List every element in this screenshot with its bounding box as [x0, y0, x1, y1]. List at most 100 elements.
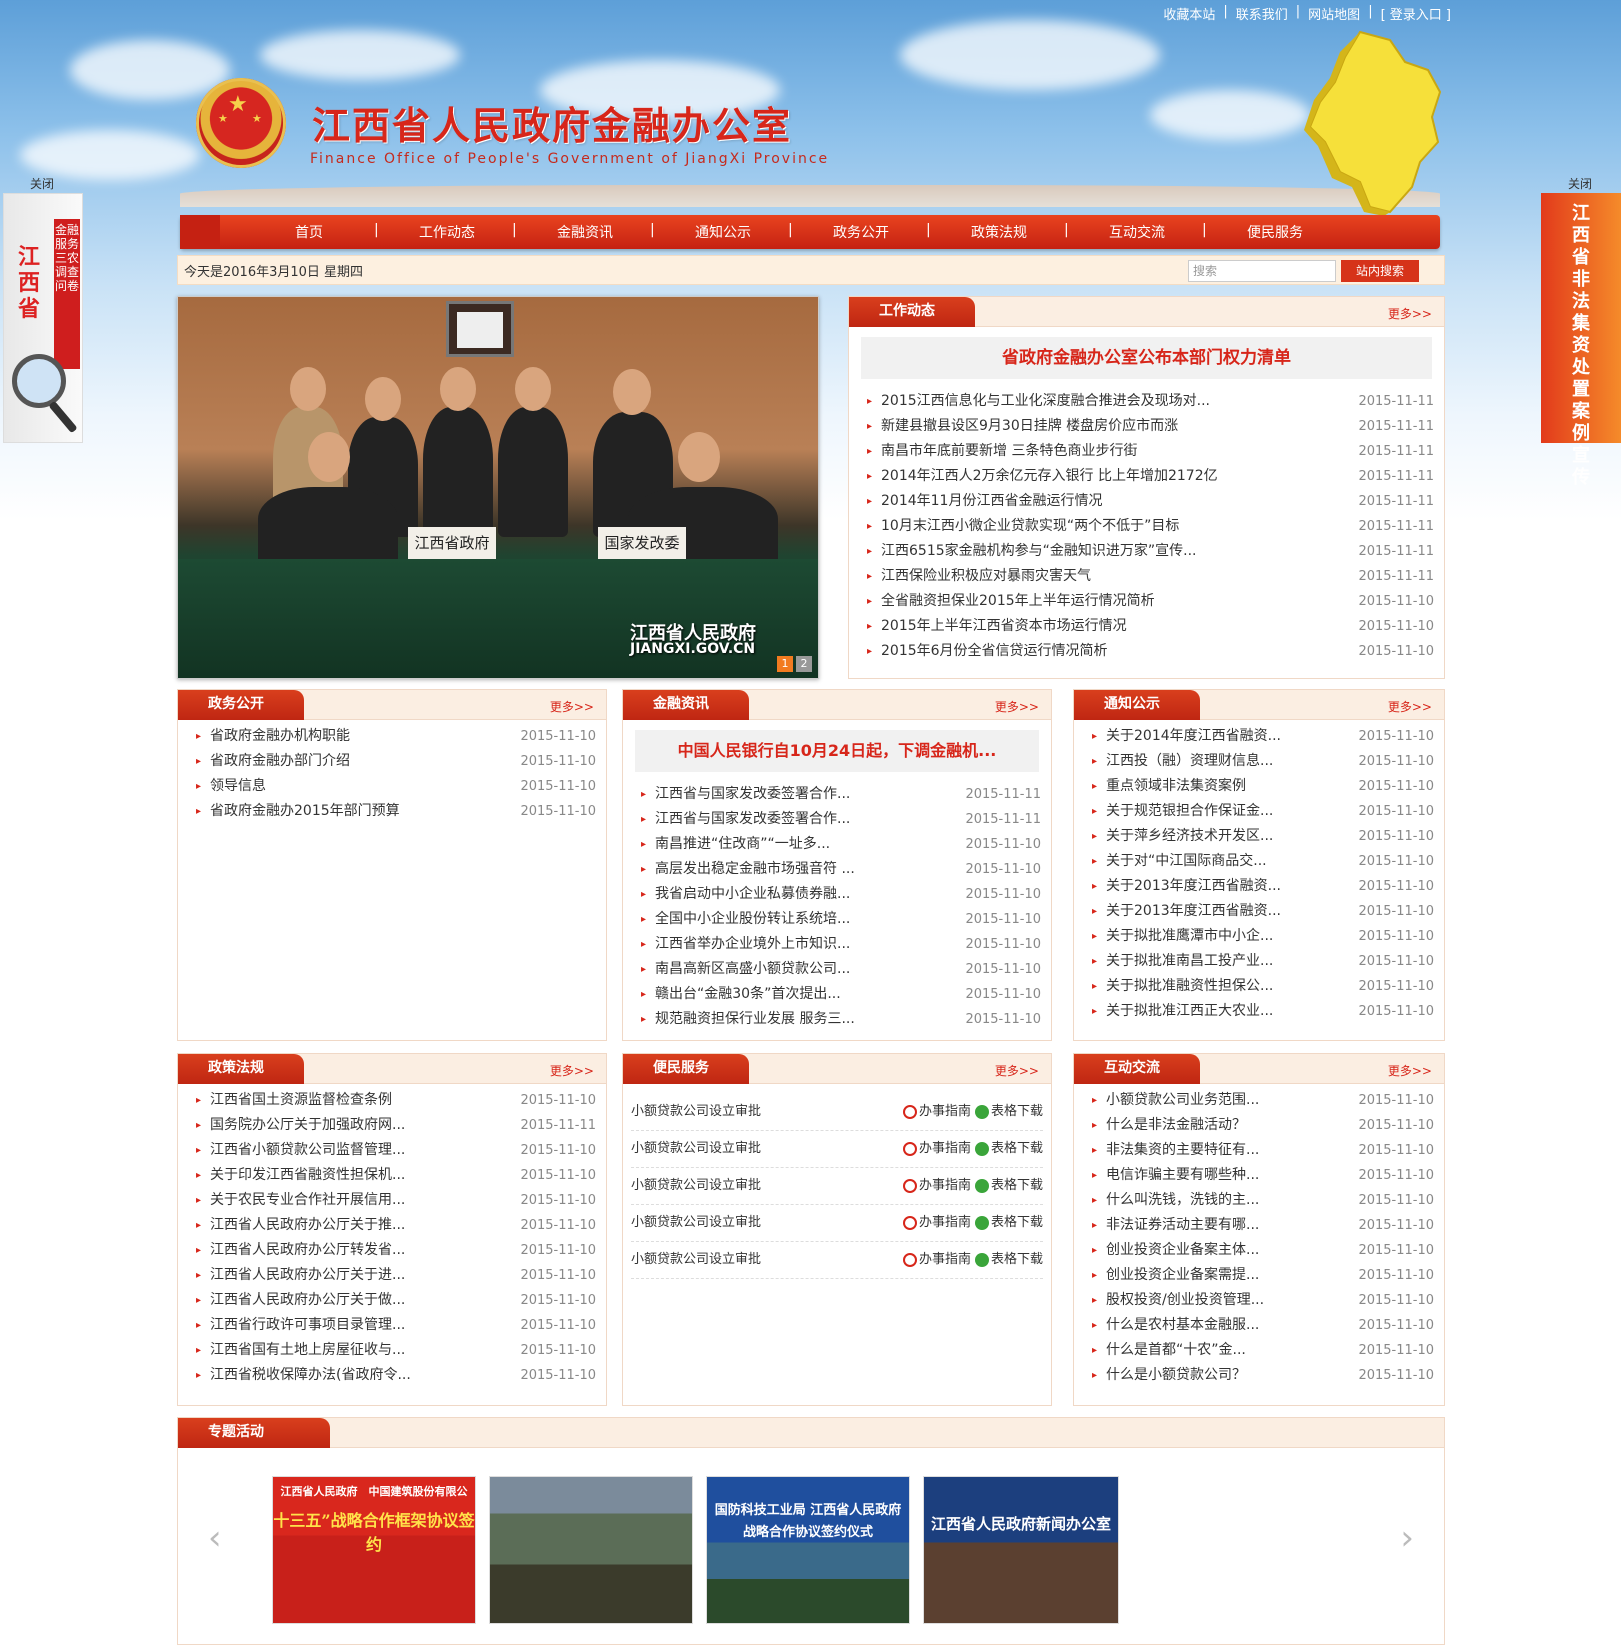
list-item[interactable]: 全国中小企业股份转让系统培... 2015-11-10 [641, 907, 1041, 932]
service-tab[interactable]: 便民服务 [623, 1054, 749, 1084]
list-item-title[interactable]: 创业投资企业备案主体... [1106, 1238, 1259, 1263]
gov-more-link[interactable]: 更多>> [550, 698, 594, 715]
special-thumb-3[interactable]: 国防科技工业局 江西省人民政府 战略合作协议签约仪式 [706, 1476, 910, 1624]
list-item[interactable]: 创业投资企业备案需提... 2015-11-10 [1092, 1263, 1434, 1288]
list-item[interactable]: 江西省人民政府办公厅关于推... 2015-11-10 [196, 1213, 596, 1238]
list-item-title[interactable]: 什么是非法金融活动？ [1106, 1113, 1246, 1138]
list-item[interactable]: 江西省小额贷款公司监督管理... 2015-11-10 [196, 1138, 596, 1163]
contact-link[interactable]: 联系我们 [1236, 4, 1288, 23]
gov-tab[interactable]: 政务公开 [178, 690, 304, 720]
list-item[interactable]: 江西投（融）资理财信息... 2015-11-10 [1092, 749, 1434, 774]
list-item-title[interactable]: 什么是小额贷款公司？ [1106, 1363, 1246, 1388]
nav-policy[interactable]: 政策法规 [926, 222, 1068, 242]
list-item-title[interactable]: 全国中小企业股份转让系统培... [655, 907, 850, 932]
list-item[interactable]: 什么是小额贷款公司？ 2015-11-10 [1092, 1363, 1434, 1388]
list-item[interactable]: 什么是首都“十农”金... 2015-11-10 [1092, 1338, 1434, 1363]
list-item-title[interactable]: 关于拟批准鹰潭市中小企... [1106, 924, 1273, 949]
list-item[interactable]: 江西省国土资源监督检查条例 2015-11-10 [196, 1088, 596, 1113]
list-item[interactable]: 关于对“中江国际商品交... 2015-11-10 [1092, 849, 1434, 874]
news-slider[interactable]: 江西省政府 国家发改委 江西省人民政府 JIANGXI.GOV.CN 1 2 [177, 296, 819, 679]
list-item[interactable]: 国务院办公厅关于加强政府网... 2015-11-11 [196, 1113, 596, 1138]
list-item-title[interactable]: 关于2013年度江西省融资... [1106, 899, 1281, 924]
list-item[interactable]: 电信诈骗主要有哪些种... 2015-11-10 [1092, 1163, 1434, 1188]
work-headline[interactable]: 省政府金融办公室公布本部门权力清单 [861, 337, 1432, 379]
list-item-title[interactable]: 赣出台“金融30条”首次提出... [655, 982, 841, 1007]
list-item-title[interactable]: 关于2013年度江西省融资... [1106, 874, 1281, 899]
list-item-title[interactable]: 关于农民专业合作社开展信用... [210, 1188, 405, 1213]
list-item[interactable]: 关于拟批准融资性担保公... 2015-11-10 [1092, 974, 1434, 999]
list-item-title[interactable]: 关于对“中江国际商品交... [1106, 849, 1267, 874]
list-item-title[interactable]: 创业投资企业备案需提... [1106, 1263, 1259, 1288]
list-item-title[interactable]: 全省融资担保业2015年上半年运行情况简析 [881, 589, 1155, 614]
list-item[interactable]: 2014年11月份江西省金融运行情况 2015-11-11 [867, 489, 1434, 514]
right-ad-close[interactable]: 关闭 [1568, 175, 1592, 192]
list-item[interactable]: 江西省人民政府办公厅关于做... 2015-11-10 [196, 1288, 596, 1313]
list-item-title[interactable]: 江西投（融）资理财信息... [1106, 749, 1273, 774]
list-item-title[interactable]: 江西省小额贷款公司监督管理... [210, 1138, 405, 1163]
interact-tab[interactable]: 互动交流 [1074, 1054, 1200, 1084]
list-item-title[interactable]: 江西省人民政府办公厅关于推... [210, 1213, 405, 1238]
list-item-title[interactable]: 关于2014年度江西省融资... [1106, 724, 1281, 749]
slider-dot-2[interactable]: 2 [796, 656, 812, 672]
list-item-title[interactable]: 国务院办公厅关于加强政府网... [210, 1113, 405, 1138]
list-item[interactable]: 什么是农村基本金融服... 2015-11-10 [1092, 1313, 1434, 1338]
list-item-title[interactable]: 关于印发江西省融资性担保机... [210, 1163, 405, 1188]
list-item[interactable]: 南昌市年底前要新增 三条特色商业步行街 2015-11-11 [867, 439, 1434, 464]
special-thumb-2[interactable] [489, 1476, 693, 1624]
list-item[interactable]: 新建县撤县设区9月30日挂牌 楼盘房价应市而涨 2015-11-11 [867, 414, 1434, 439]
list-item-title[interactable]: 关于拟批准江西正大农业... [1106, 999, 1273, 1024]
download-link[interactable]: 表格下载 [974, 1242, 1043, 1278]
nav-finance[interactable]: 金融资讯 [512, 222, 654, 242]
guide-link[interactable]: 办事指南 [902, 1168, 971, 1204]
carousel-next-icon[interactable]: › [1400, 1518, 1414, 1558]
guide-link[interactable]: 办事指南 [902, 1242, 971, 1278]
list-item-title[interactable]: 2015年6月份全省信贷运行情况简析 [881, 639, 1108, 664]
list-item-title[interactable]: 江西保险业积极应对暴雨灾害天气 [881, 564, 1091, 589]
list-item-title[interactable]: 非法集资的主要特征有... [1106, 1138, 1259, 1163]
nav-service[interactable]: 便民服务 [1202, 222, 1344, 242]
list-item-title[interactable]: 什么是农村基本金融服... [1106, 1313, 1259, 1338]
search-button[interactable]: 站内搜索 [1341, 260, 1419, 282]
list-item-title[interactable]: 2015年上半年江西省资本市场运行情况 [881, 614, 1127, 639]
list-item-title[interactable]: 非法证券活动主要有哪... [1106, 1213, 1259, 1238]
list-item-title[interactable]: 2014年江西人2万余亿元存入银行 比上年增加2172亿 [881, 464, 1218, 489]
login-link[interactable]: [ 登录入口 ] [1381, 4, 1451, 23]
list-item-title[interactable]: 股权投资/创业投资管理... [1106, 1288, 1264, 1313]
list-item[interactable]: 南昌高新区高盛小额贷款公司... 2015-11-10 [641, 957, 1041, 982]
favorite-link[interactable]: 收藏本站 [1163, 4, 1215, 23]
policy-tab[interactable]: 政策法规 [178, 1054, 304, 1084]
list-item[interactable]: 非法集资的主要特征有... 2015-11-10 [1092, 1138, 1434, 1163]
list-item-title[interactable]: 电信诈骗主要有哪些种... [1106, 1163, 1259, 1188]
service-more-link[interactable]: 更多>> [995, 1062, 1039, 1079]
nav-work[interactable]: 工作动态 [374, 222, 516, 242]
list-item-title[interactable]: 关于拟批准融资性担保公... [1106, 974, 1273, 999]
interact-more-link[interactable]: 更多>> [1388, 1062, 1432, 1079]
list-item[interactable]: 南昌推进“住改商”“一址多... 2015-11-10 [641, 832, 1041, 857]
list-item[interactable]: 重点领域非法集资案例 2015-11-10 [1092, 774, 1434, 799]
list-item[interactable]: 什么叫洗钱，洗钱的主... 2015-11-10 [1092, 1188, 1434, 1213]
special-thumb-4[interactable]: 江西省人民政府新闻办公室 [923, 1476, 1119, 1624]
list-item[interactable]: 2015年6月份全省信贷运行情况简析 2015-11-10 [867, 639, 1434, 664]
list-item[interactable]: 2015年上半年江西省资本市场运行情况 2015-11-10 [867, 614, 1434, 639]
list-item-title[interactable]: 高层发出稳定金融市场强音符 ... [655, 857, 855, 882]
carousel-prev-icon[interactable]: ‹ [208, 1518, 222, 1558]
list-item-title[interactable]: 领导信息 [210, 774, 266, 799]
list-item[interactable]: 关于萍乡经济技术开发区... 2015-11-10 [1092, 824, 1434, 849]
list-item[interactable]: 江西省与国家发改委签署合作... 2015-11-11 [641, 807, 1041, 832]
finance-tab[interactable]: 金融资讯 [623, 690, 749, 720]
list-item-title[interactable]: 什么叫洗钱，洗钱的主... [1106, 1188, 1259, 1213]
nav-home[interactable]: 首页 [240, 222, 378, 242]
list-item[interactable]: 非法证券活动主要有哪... 2015-11-10 [1092, 1213, 1434, 1238]
finance-headline[interactable]: 中国人民银行自10月24日起，下调金融机... [635, 730, 1039, 772]
list-item-title[interactable]: 江西省国有土地上房屋征收与... [210, 1338, 405, 1363]
list-item[interactable]: 关于拟批准江西正大农业... 2015-11-10 [1092, 999, 1434, 1024]
list-item[interactable]: 江西省举办企业境外上市知识... 2015-11-10 [641, 932, 1041, 957]
list-item[interactable]: 省政府金融办2015年部门预算 2015-11-10 [196, 799, 596, 824]
list-item-title[interactable]: 规范融资担保行业发展 服务三... [655, 1007, 855, 1032]
policy-more-link[interactable]: 更多>> [550, 1062, 594, 1079]
list-item[interactable]: 赣出台“金融30条”首次提出... 2015-11-10 [641, 982, 1041, 1007]
list-item[interactable]: 江西省人民政府办公厅关于进... 2015-11-10 [196, 1263, 596, 1288]
list-item[interactable]: 省政府金融办机构职能 2015-11-10 [196, 724, 596, 749]
list-item[interactable]: 江西省国有土地上房屋征收与... 2015-11-10 [196, 1338, 596, 1363]
list-item[interactable]: 2014年江西人2万余亿元存入银行 比上年增加2172亿 2015-11-11 [867, 464, 1434, 489]
